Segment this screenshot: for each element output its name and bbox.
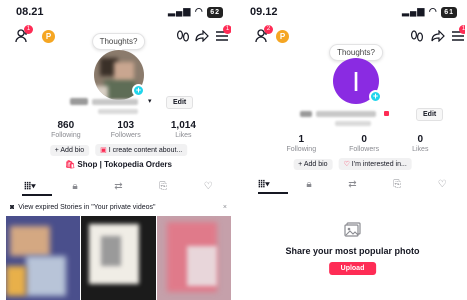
empty-state-title: Share your most popular photo	[285, 246, 420, 256]
status-bar: 08.21 ▂▄▆ ◠ 62	[12, 6, 223, 20]
tab-liked-icon[interactable]: ♡	[204, 181, 213, 192]
stat-followers[interactable]: 103 Followers	[111, 120, 141, 139]
menu-badge: 1	[223, 25, 231, 34]
note-icon: ▣	[100, 147, 109, 154]
footprints-icon[interactable]	[175, 29, 191, 43]
stat-followers[interactable]: 0 Followers	[349, 134, 379, 153]
username-blurred	[300, 111, 312, 117]
bio-row: + Add bio ▣ I create content about...	[49, 144, 188, 156]
menu-badge: 1	[459, 25, 465, 34]
battery-icon: 61	[441, 7, 457, 18]
system-icons: ▂▄▆ ◠ 62	[168, 6, 223, 18]
handle-blurred	[98, 109, 138, 114]
video-grid	[6, 216, 231, 300]
content-tabs: ⦙⦙⦙▾ 🔒︎ ⇄ ⎘ ♡	[240, 176, 465, 192]
friend-badge: 1	[24, 25, 33, 34]
tab-videos-grid-icon[interactable]: ⦙⦙⦙▾	[24, 181, 36, 192]
upload-button[interactable]: Upload	[328, 262, 377, 275]
tab-reposts-icon[interactable]: ⇄	[114, 181, 122, 192]
stat-likes[interactable]: 1,014 Likes	[171, 120, 196, 139]
share-icon[interactable]	[194, 29, 210, 43]
active-tab-indicator	[258, 192, 288, 194]
battery-icon: 62	[207, 7, 223, 18]
username-blurred	[92, 99, 138, 105]
tab-private-lock-icon[interactable]: 🔒︎	[72, 181, 77, 192]
add-avatar-plus-icon[interactable]: +	[369, 90, 382, 103]
menu-icon[interactable]: 1	[214, 25, 231, 43]
status-time: 08.21	[16, 6, 44, 18]
banner-text: View expired Stories in "Your private vi…	[18, 203, 156, 211]
tab-videos-grid-icon[interactable]: ⦙⦙⦙▾	[258, 179, 270, 190]
username-blurred	[316, 111, 376, 117]
video-thumbnail[interactable]	[6, 216, 81, 300]
username-row: ▾	[70, 97, 170, 107]
bio-row: + Add bio ♡ I'm interested in...	[293, 158, 412, 170]
stat-likes[interactable]: 0 Likes	[412, 134, 428, 153]
username-blurred	[70, 98, 88, 105]
add-friend-icon[interactable]: 1	[14, 25, 33, 44]
shop-icon: 🛍	[65, 160, 78, 169]
add-avatar-plus-icon[interactable]: +	[132, 84, 145, 97]
menu-icon[interactable]: 1	[450, 25, 465, 43]
share-icon[interactable]	[430, 29, 446, 43]
status-time: 09.12	[250, 6, 278, 18]
tab-favorites-icon[interactable]: ⎘	[159, 181, 167, 192]
chevron-down-icon[interactable]: ▾	[148, 97, 152, 105]
tab-reposts-icon[interactable]: ⇄	[348, 179, 356, 190]
stat-following[interactable]: 1 Following	[287, 134, 317, 153]
edit-profile-button[interactable]: Edit	[416, 108, 444, 121]
video-thumbnail[interactable]	[156, 216, 231, 300]
system-icons: ▂▄▆ ◠ 61	[402, 6, 457, 18]
handle-blurred	[335, 121, 371, 126]
tab-private-lock-icon[interactable]: 🔒︎	[306, 179, 311, 190]
edit-profile-button[interactable]: Edit	[166, 96, 194, 109]
bio-prompt[interactable]: ▣ I create content about...	[95, 144, 188, 156]
verified-dot	[384, 111, 389, 116]
add-bio-button[interactable]: + Add bio	[49, 144, 90, 156]
active-tab-indicator	[22, 194, 52, 196]
add-bio-button[interactable]: + Add bio	[293, 158, 333, 170]
username-row	[300, 110, 410, 120]
stats-row: 1 Following 0 Followers 0 Likes	[270, 134, 445, 153]
content-tabs: ⦙⦙⦙▾ 🔒︎ ⇄ ⎘ ♡	[6, 178, 231, 194]
profile-screen-left: 08.21 ▂▄▆ ◠ 62 1 P 1 Thoughts? + ▾ Edit	[6, 0, 231, 300]
camera-icon: ◙	[10, 203, 15, 211]
close-icon[interactable]: ×	[223, 204, 227, 211]
interest-prompt[interactable]: ♡ I'm interested in...	[338, 158, 412, 170]
video-thumbnail[interactable]	[81, 216, 156, 300]
footprints-icon[interactable]	[409, 29, 425, 43]
tab-liked-icon[interactable]: ♡	[438, 179, 447, 190]
stat-following[interactable]: 860 Following	[51, 120, 81, 139]
friend-badge: 2	[264, 25, 273, 34]
expired-stories-banner[interactable]: ◙ View expired Stories in "Your private …	[6, 200, 231, 214]
stats-row: 860 Following 103 Followers 1,014 Likes	[36, 120, 211, 139]
photo-icon	[343, 222, 362, 238]
add-friend-icon[interactable]: 2	[254, 25, 273, 44]
profile-screen-right: 09.12 ▂▄▆ ◠ 61 2 P 1 Thoughts? I + Edit …	[240, 0, 465, 300]
status-bar: 09.12 ▂▄▆ ◠ 61	[246, 6, 457, 20]
coin-icon[interactable]: P	[42, 30, 55, 43]
shop-link[interactable]: 🛍 Shop | Tokopedia Orders	[6, 160, 231, 169]
tab-favorites-icon[interactable]: ⎘	[393, 179, 401, 190]
coin-icon[interactable]: P	[276, 30, 289, 43]
heart-icon: ♡	[343, 161, 352, 168]
thoughts-bubble[interactable]: Thoughts?	[91, 33, 146, 50]
